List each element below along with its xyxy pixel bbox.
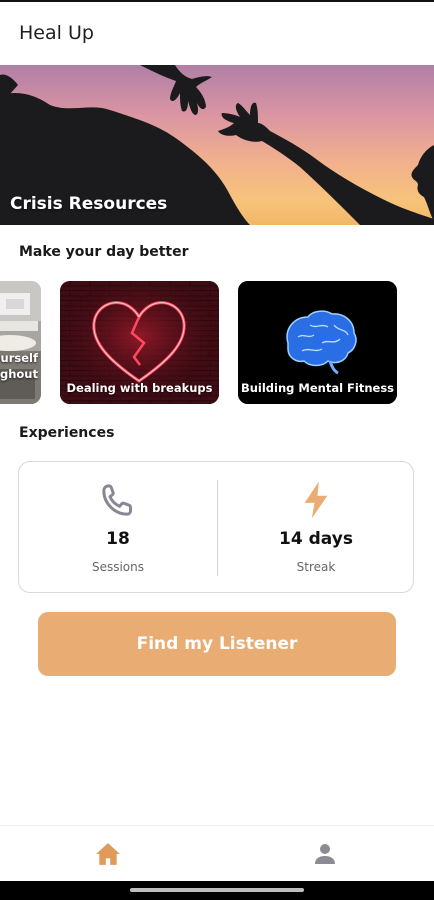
app-title: Heal Up [19, 22, 94, 44]
hero-title: Crisis Resources [10, 194, 168, 214]
experiences-card: 18 Sessions 14 days Streak [18, 461, 414, 593]
find-my-listener-button[interactable]: Find my Listener [38, 612, 396, 676]
crisis-resources-banner[interactable]: Crisis Resources [0, 65, 434, 225]
app-screen: Heal Up Crisis Resources Make your day b… [0, 0, 434, 900]
card-label-mental-fitness: Building Mental Fitness [240, 381, 395, 395]
nav-profile[interactable] [295, 826, 355, 881]
home-indicator[interactable] [130, 888, 304, 892]
nav-home[interactable] [78, 826, 138, 881]
bottom-nav [0, 825, 434, 881]
card-partial-line1: ourself [0, 351, 38, 365]
stat-label-streak: Streak [296, 560, 336, 574]
home-icon [96, 842, 120, 865]
stat-value-streak: 14 days [279, 529, 353, 549]
app-header: Heal Up [0, 2, 434, 65]
person-icon [315, 843, 335, 864]
card-partial-line2: ghout [0, 367, 38, 381]
phone-icon [98, 480, 138, 524]
activity-carousel[interactable]: ourself ghout [0, 281, 434, 405]
system-nav-bar [0, 881, 434, 900]
lightning-icon [299, 480, 333, 524]
card-building-mental-fitness[interactable]: Building Mental Fitness [238, 281, 397, 404]
card-label-breakups: Dealing with breakups [66, 381, 213, 395]
card-partial[interactable]: ourself ghout [0, 281, 41, 404]
card-dealing-with-breakups[interactable]: Dealing with breakups [60, 281, 219, 404]
stat-sessions: 18 Sessions [19, 462, 217, 592]
section-title-make-day-better: Make your day better [19, 244, 189, 260]
stat-value-sessions: 18 [106, 529, 130, 549]
stat-streak: 14 days Streak [217, 462, 415, 592]
person-photo-icon [0, 281, 41, 404]
stat-label-sessions: Sessions [91, 560, 145, 574]
section-title-experiences: Experiences [19, 425, 115, 441]
